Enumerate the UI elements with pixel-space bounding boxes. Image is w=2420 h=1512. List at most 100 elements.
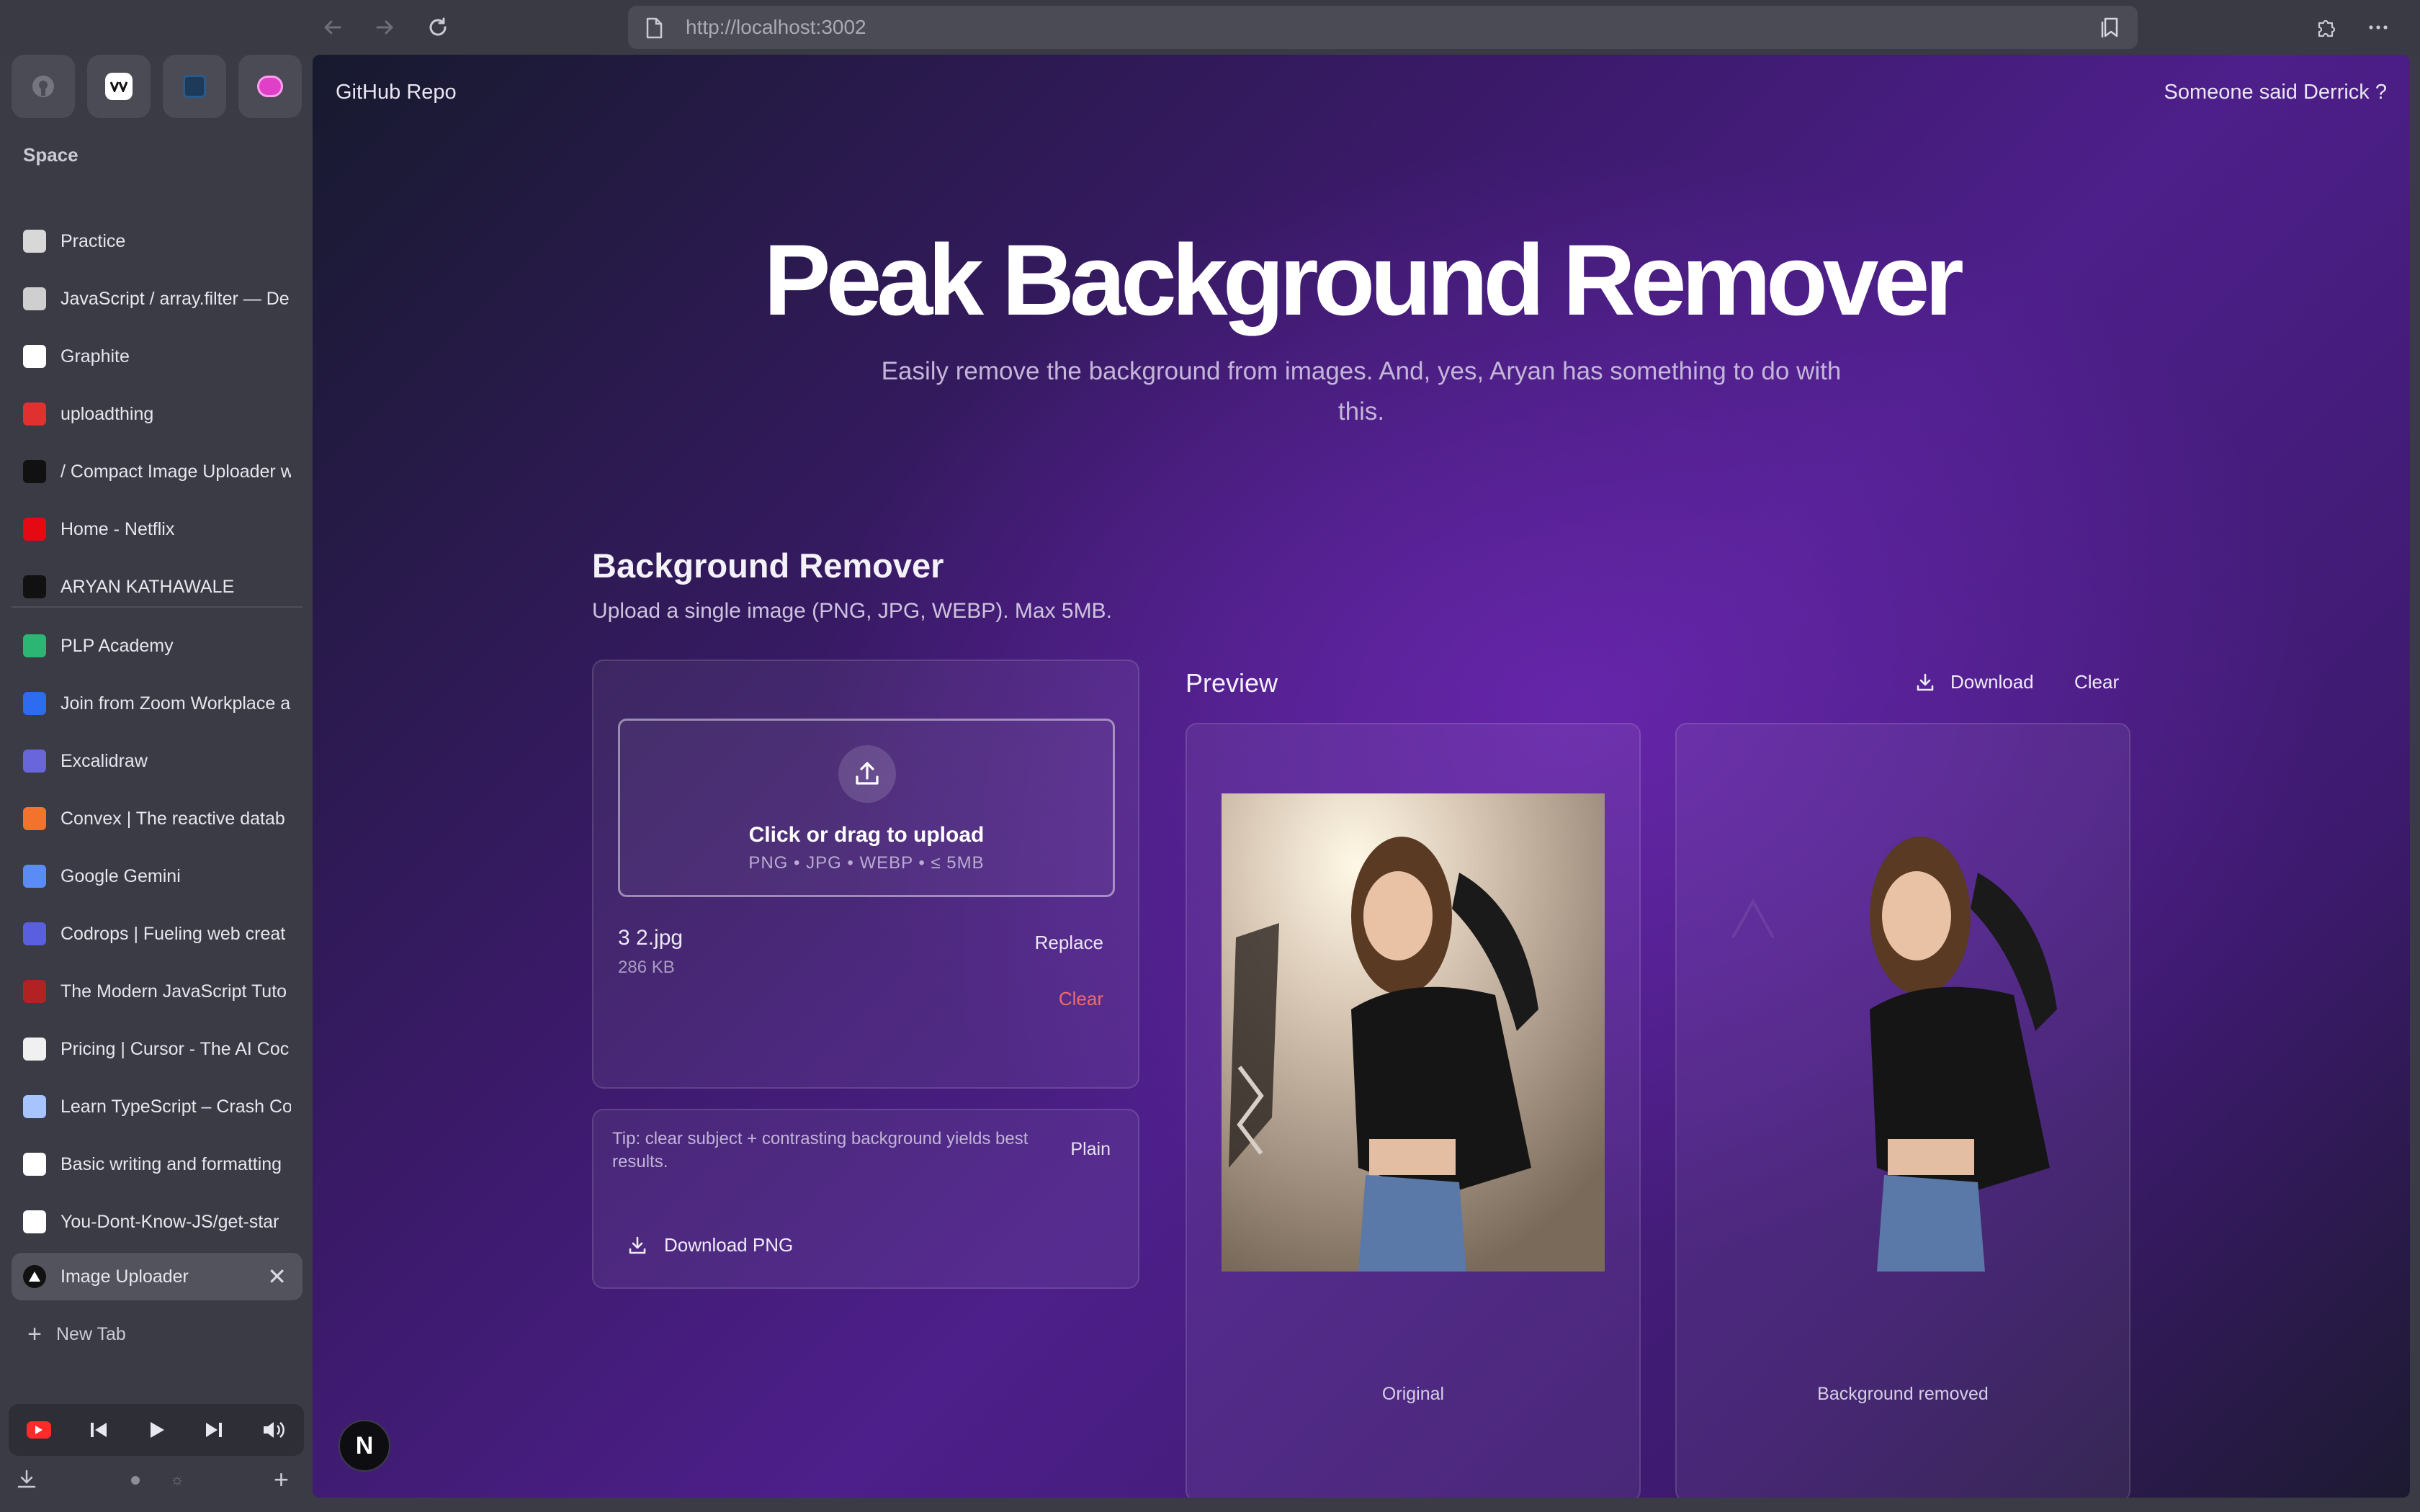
sidebar-tab-label: Learn TypeScript – Crash Co [60, 1096, 291, 1117]
volume-icon[interactable] [261, 1419, 286, 1441]
plp-icon [23, 634, 46, 657]
sidebar-tab[interactable]: Codrops | Fueling web creat [12, 910, 302, 958]
sidebar-tab-label: uploadthing [60, 403, 154, 424]
file-name: 3 2.jpg [618, 926, 684, 950]
sun-icon[interactable]: ☼ [170, 1470, 184, 1489]
cursor-icon [23, 1038, 46, 1061]
downloads-icon[interactable] [16, 1469, 37, 1490]
original-caption: Original [1381, 1384, 1445, 1404]
space-dot-icon[interactable] [131, 1476, 140, 1485]
sidebar-tab[interactable]: / Compact Image Uploader w [12, 448, 302, 495]
original-image-card: Original [1186, 723, 1641, 1498]
sidebar-tab[interactable]: Pricing | Cursor - The AI Coc [12, 1025, 302, 1073]
sidebar-tab-label: Codrops | Fueling web creat [60, 923, 286, 944]
arrow-right-icon [376, 20, 393, 35]
next-track-icon[interactable] [203, 1419, 225, 1441]
github-icon [23, 1210, 46, 1233]
more-menu-button[interactable] [2361, 10, 2396, 45]
uploadthing-icon [23, 402, 46, 426]
sidebar-tab[interactable]: You-Dont-Know-JS/get-star [12, 1198, 302, 1246]
sidebar-tab[interactable]: ARYAN KATHAWALE [12, 563, 302, 611]
triangle-icon [23, 1265, 46, 1288]
reload-button[interactable] [421, 10, 455, 45]
download-png-button[interactable]: Download PNG [627, 1234, 793, 1256]
sidebar-tab-label: JavaScript / array.filter — De [60, 288, 290, 309]
removed-photo-graphic [1731, 837, 2057, 1272]
hero-subtitle: Easily remove the background from images… [881, 357, 1842, 426]
github-icon [32, 76, 54, 97]
sidebar-tab-label: Graphite [60, 346, 130, 366]
sidebar-tab[interactable]: Home - Netflix [12, 505, 302, 553]
nextjs-badge[interactable]: N [339, 1420, 390, 1472]
pinned-docs[interactable] [163, 55, 226, 118]
preview-clear-button[interactable]: Clear [2074, 671, 2119, 693]
derrick-link[interactable]: Someone said Derrick ? [2164, 81, 2387, 104]
replace-button[interactable]: Replace [1035, 932, 1103, 954]
bookmark-icon[interactable] [2100, 16, 2122, 39]
sidebar-tab[interactable]: Learn TypeScript – Crash Co [12, 1083, 302, 1130]
sidebar-tab[interactable]: Convex | The reactive datab [12, 795, 302, 842]
removed-caption: Background removed [1817, 1384, 1989, 1404]
extensions-button[interactable] [2309, 10, 2344, 45]
github-repo-link[interactable]: GitHub Repo [336, 81, 457, 104]
pinned-vercel[interactable] [87, 55, 151, 118]
k-icon [23, 460, 46, 483]
sidebar-tab[interactable]: Google Gemini [12, 852, 302, 900]
sidebar-tab-label: Join from Zoom Workplace a [60, 693, 291, 714]
clear-file-button[interactable]: Clear [1059, 988, 1103, 1010]
sidebar-tab[interactable]: Graphite [12, 333, 302, 380]
media-controls [9, 1404, 304, 1456]
sidebar-tab[interactable]: Excalidraw [12, 737, 302, 785]
sidebar-divider [12, 606, 302, 608]
pinned-chat[interactable] [238, 55, 302, 118]
browser-toolbar: http://localhost:3002 [0, 0, 2420, 55]
removed-image-card: Background removed [1675, 723, 2130, 1498]
close-tab-icon[interactable]: ✕ [267, 1265, 287, 1288]
sidebar-tab[interactable]: The Modern JavaScript Tuto [12, 968, 302, 1015]
upload-dropzone[interactable]: Click or drag to upload PNG • JPG • WEBP… [618, 719, 1115, 897]
plain-toggle[interactable]: Plain [1070, 1139, 1111, 1160]
netflix-icon [23, 518, 46, 541]
notebook-icon [23, 230, 46, 253]
upload-hint: PNG • JPG • WEBP • ≤ 5MB [748, 853, 985, 873]
new-tab-button[interactable]: + New Tab [12, 1310, 302, 1358]
sidebar-tab[interactable]: Basic writing and formatting [12, 1140, 302, 1188]
address-bar[interactable]: http://localhost:3002 [628, 6, 2138, 49]
sidebar-tab-image-uploader[interactable]: Image Uploader ✕ [12, 1253, 302, 1300]
pinned-github[interactable] [12, 55, 75, 118]
graphite-icon [23, 345, 46, 368]
upload-card: Click or drag to upload PNG • JPG • WEBP… [592, 660, 1139, 1089]
sidebar-tab-label: Image Uploader [60, 1266, 189, 1287]
previous-track-icon[interactable] [88, 1419, 109, 1441]
pinned-tabs [12, 55, 302, 118]
download-icon [629, 1236, 646, 1254]
forward-button[interactable] [367, 10, 402, 45]
preview-download-button[interactable]: Download [1914, 671, 2034, 693]
file-size: 286 KB [618, 958, 675, 977]
play-icon[interactable] [145, 1419, 167, 1441]
youtube-icon[interactable] [27, 1421, 52, 1439]
sidebar-tab[interactable]: JavaScript / array.filter — De [12, 275, 302, 323]
sidebar-tab[interactable]: uploadthing [12, 390, 302, 438]
reload-icon [429, 17, 447, 36]
sidebar-tab[interactable]: Practice [12, 217, 302, 265]
sidebar-tab-label: ARYAN KATHAWALE [60, 576, 235, 597]
vercel-icon [105, 73, 133, 100]
convex-icon [23, 807, 46, 830]
web-page: GitHub Repo Someone said Derrick ? Peak … [313, 55, 2410, 1498]
original-photo-graphic [1222, 793, 1605, 1272]
section-subtitle: Upload a single image (PNG, JPG, WEBP). … [592, 599, 1112, 623]
preview-title: Preview [1186, 668, 1278, 698]
sidebar-tab-label: / Compact Image Uploader w [60, 461, 291, 482]
sidebar-tab-label: Home - Netflix [60, 518, 175, 539]
sidebar-tab[interactable]: PLP Academy [12, 622, 302, 670]
add-space-icon[interactable]: + [274, 1464, 289, 1495]
sidebar-tab-label: Convex | The reactive datab [60, 808, 285, 829]
back-button[interactable] [315, 10, 350, 45]
sidebar: Space Practice JavaScript / array.filter … [0, 55, 313, 1512]
sidebar-tab-label: Practice [60, 230, 126, 251]
download-icon [1917, 673, 1934, 690]
sidebar-tab[interactable]: Join from Zoom Workplace a [12, 680, 302, 727]
tip-card: Tip: clear subject + contrasting backgro… [592, 1109, 1139, 1289]
preview-download-label: Download [1950, 671, 2034, 693]
